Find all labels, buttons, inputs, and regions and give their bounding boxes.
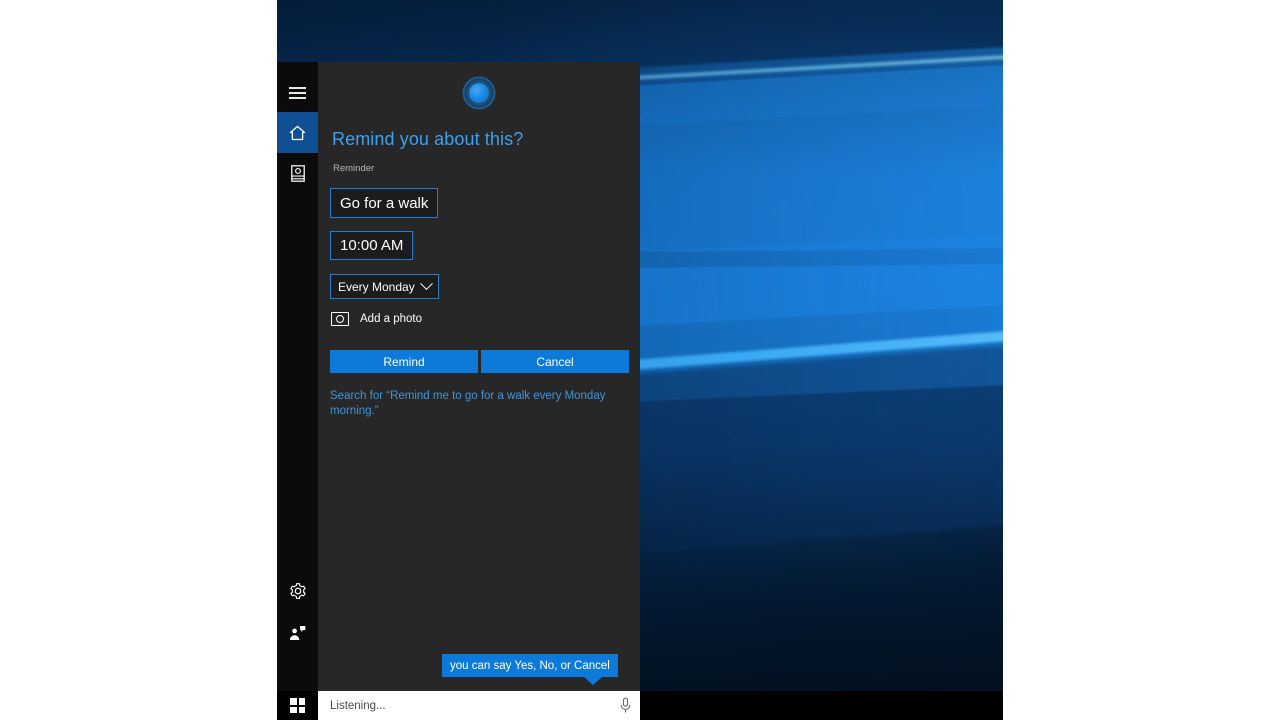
reminder-type-label: Reminder	[333, 163, 374, 174]
add-photo-button[interactable]: Add a photo	[331, 312, 422, 326]
cortana-orb-core	[469, 83, 489, 103]
reminder-time-input[interactable]: 10:00 AM	[330, 231, 413, 260]
sidebar-item-home[interactable]	[277, 112, 318, 153]
cancel-button[interactable]: Cancel	[481, 350, 629, 373]
cortana-panel: Remind you about this? Reminder Go for a…	[318, 62, 640, 691]
sidebar-item-settings[interactable]	[277, 570, 318, 611]
gear-icon	[289, 582, 307, 600]
notebook-icon	[289, 164, 307, 183]
sidebar-item-feedback[interactable]	[277, 612, 318, 653]
camera-icon	[331, 312, 349, 326]
reminder-recurrence-value: Every Monday	[338, 280, 415, 294]
microphone-icon	[619, 697, 632, 714]
sidebar-item-menu[interactable]	[277, 72, 318, 113]
screen: Remind you about this? Reminder Go for a…	[0, 0, 1280, 720]
reminder-title-input[interactable]: Go for a walk	[330, 188, 438, 218]
reminder-time-value: 10:00 AM	[340, 237, 403, 254]
start-button[interactable]	[277, 691, 318, 720]
reminder-recurrence-select[interactable]: Every Monday	[330, 274, 439, 299]
cortana-orb-icon	[464, 78, 494, 108]
page-title: Remind you about this?	[332, 129, 523, 150]
reminder-title-value: Go for a walk	[340, 195, 428, 212]
microphone-button[interactable]	[619, 697, 632, 714]
listening-status-text: Listening...	[330, 700, 619, 712]
add-photo-label: Add a photo	[360, 313, 422, 325]
search-suggestion-link[interactable]: Search for “Remind me to go for a walk e…	[330, 389, 626, 419]
search-input[interactable]: Listening...	[318, 691, 640, 720]
feedback-icon	[288, 624, 307, 642]
sidebar-item-notebook[interactable]	[277, 153, 318, 194]
chevron-down-icon	[420, 277, 433, 290]
voice-hint-tooltip: you can say Yes, No, or Cancel	[442, 654, 618, 677]
cortana-rail	[277, 62, 318, 691]
windows-logo-icon	[290, 698, 305, 713]
home-icon	[288, 124, 307, 142]
cortana-orb[interactable]	[318, 78, 640, 108]
hamburger-icon	[289, 87, 306, 99]
action-button-group: Remind Cancel	[330, 350, 629, 373]
remind-button[interactable]: Remind	[330, 350, 478, 373]
